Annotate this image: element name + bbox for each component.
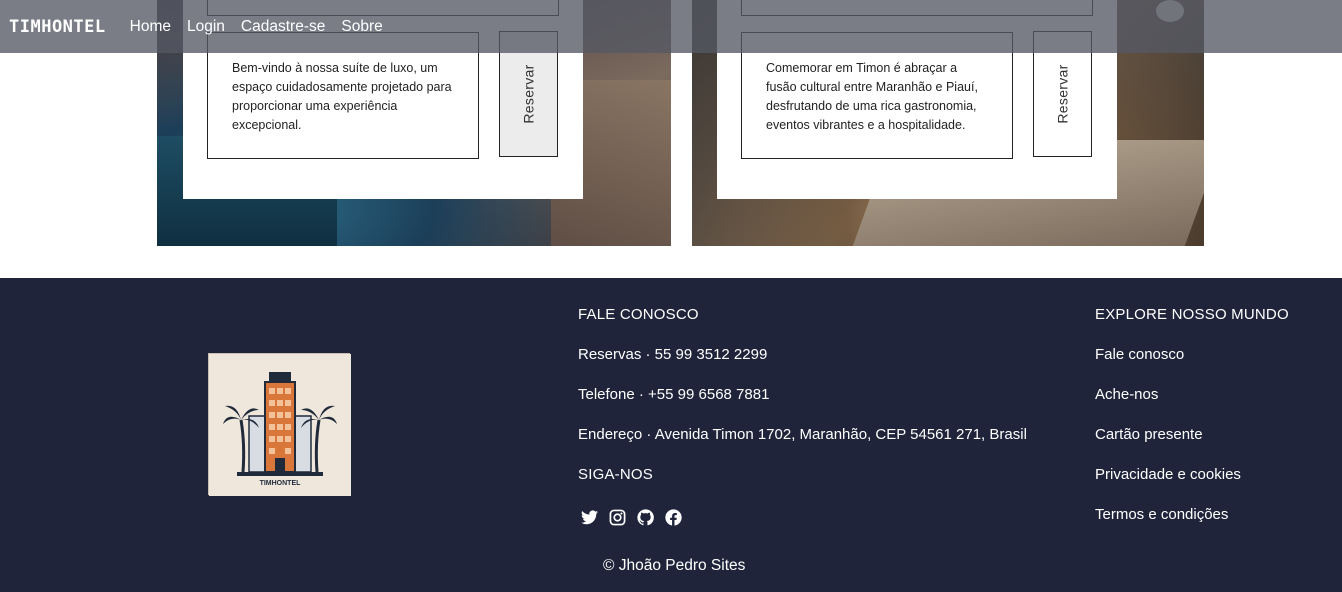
- nav-cadastre-se[interactable]: Cadastre-se: [241, 18, 325, 36]
- link-cartao-presente[interactable]: Cartão presente: [1095, 426, 1203, 443]
- follow-heading: SIGA-NOS: [578, 466, 653, 483]
- reservar-button-label: Reservar: [1054, 64, 1071, 124]
- footer: TIMHONTEL FALE CONOSCO Reservas · 55 99 …: [0, 278, 1342, 592]
- page: Bem-vindo à nossa suíte de luxo, um espa…: [0, 0, 1342, 592]
- link-fale-conosco[interactable]: Fale conosco: [1095, 346, 1184, 363]
- facebook-icon[interactable]: [664, 508, 682, 526]
- nav-home[interactable]: Home: [130, 18, 171, 36]
- twitter-icon[interactable]: [580, 508, 598, 526]
- hotel-building-icon: [209, 354, 351, 496]
- contact-telefone: Telefone · +55 99 6568 7881: [578, 386, 770, 403]
- brand-logo-text[interactable]: TIMHONTEL: [9, 17, 106, 37]
- nav-login[interactable]: Login: [187, 18, 225, 36]
- hotel-logo: TIMHONTEL: [208, 353, 351, 496]
- link-termos-condicoes[interactable]: Termos e condições: [1095, 506, 1228, 523]
- logo-caption: TIMHONTEL: [259, 480, 301, 487]
- contact-endereco: Endereço · Avenida Timon 1702, Maranhão,…: [578, 426, 1027, 443]
- github-icon[interactable]: [636, 508, 654, 526]
- navbar: TIMHONTEL Home Login Cadastre-se Sobre: [0, 0, 1342, 53]
- social-icons: [580, 508, 682, 526]
- copyright: © Jhoão Pedro Sites: [603, 557, 746, 574]
- contact-heading: FALE CONOSCO: [578, 306, 699, 323]
- reservar-button-label: Reservar: [520, 64, 537, 124]
- instagram-icon[interactable]: [608, 508, 626, 526]
- nav-sobre[interactable]: Sobre: [341, 18, 382, 36]
- explore-heading: EXPLORE NOSSO MUNDO: [1095, 306, 1289, 323]
- link-ache-nos[interactable]: Ache-nos: [1095, 386, 1158, 403]
- link-privacidade-cookies[interactable]: Privacidade e cookies: [1095, 466, 1241, 483]
- contact-reservas: Reservas · 55 99 3512 2299: [578, 346, 768, 363]
